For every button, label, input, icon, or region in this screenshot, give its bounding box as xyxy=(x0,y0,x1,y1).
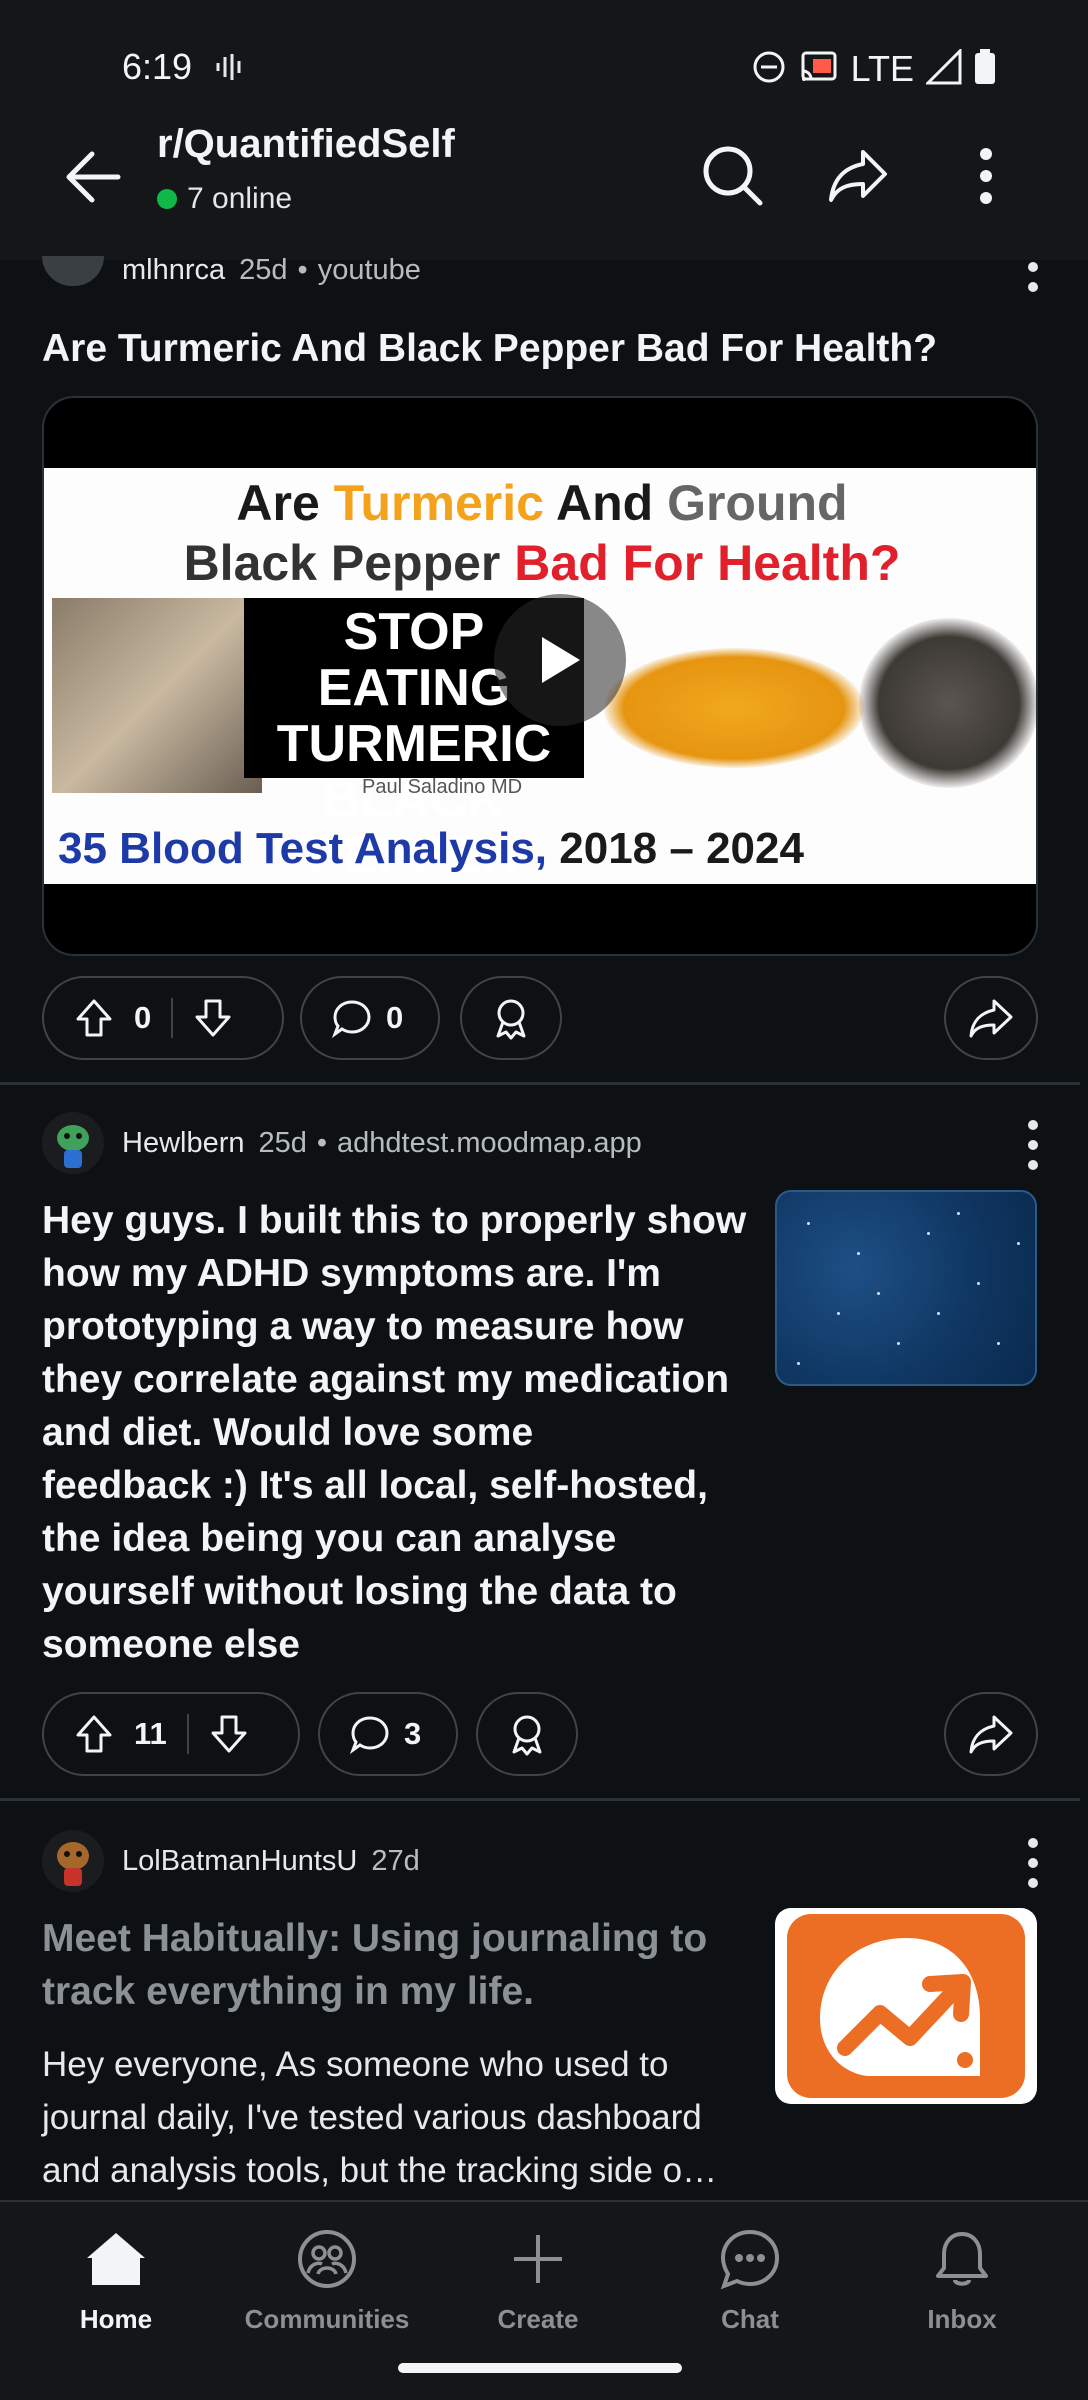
post-age: 25d xyxy=(239,254,288,286)
signal-icon xyxy=(924,46,962,90)
post-age: 27d xyxy=(371,1844,420,1877)
avatar[interactable] xyxy=(42,1112,104,1174)
comments-button[interactable]: 0 xyxy=(300,976,440,1060)
post-menu-button[interactable] xyxy=(1018,1120,1048,1170)
upvote-icon[interactable] xyxy=(74,998,114,1038)
status-time: 6:19 xyxy=(122,46,193,87)
dnd-icon xyxy=(751,49,787,90)
presenter-photo xyxy=(52,598,262,793)
post-meta: mlhnrca 25d • youtube xyxy=(42,254,421,287)
post-meta: Hewlbern 25d • adhdtest.moodmap.app xyxy=(42,1112,642,1174)
chat-icon xyxy=(715,2224,785,2294)
play-icon xyxy=(542,637,580,683)
share-button[interactable] xyxy=(944,976,1038,1060)
nav-chat[interactable]: Chat xyxy=(650,2224,850,2335)
post-menu-button[interactable] xyxy=(1018,262,1048,292)
post-menu-button[interactable] xyxy=(1018,1838,1048,1888)
status-indicators: LTE xyxy=(751,46,996,90)
post-author[interactable]: mlhnrca xyxy=(122,254,225,287)
snoo-avatar-icon xyxy=(57,1125,89,1168)
vibrate-icon xyxy=(215,52,245,87)
comment-count: 0 xyxy=(386,1000,404,1035)
link-thumbnail[interactable] xyxy=(775,1190,1037,1386)
share-subreddit-button[interactable] xyxy=(818,136,898,216)
post-meta: LolBatmanHuntsU 27d xyxy=(42,1830,420,1892)
pepper-image xyxy=(859,618,1036,788)
comment-icon xyxy=(332,1000,371,1038)
avatar[interactable] xyxy=(42,1830,104,1892)
search-button[interactable] xyxy=(693,136,773,216)
cast-icon xyxy=(799,49,839,90)
post-divider xyxy=(0,1798,1080,1801)
vote-control: 0 xyxy=(42,976,284,1060)
post-author[interactable]: LolBatmanHuntsU xyxy=(122,1845,357,1878)
online-dot-icon xyxy=(157,189,177,209)
post-thumbnail[interactable] xyxy=(775,1908,1037,2104)
score: 11 xyxy=(134,1716,167,1751)
share-icon xyxy=(829,150,887,202)
avatar[interactable] xyxy=(42,255,104,286)
comment-icon xyxy=(350,1716,389,1754)
habitually-logo-icon xyxy=(787,1914,1025,2098)
play-button[interactable] xyxy=(494,594,626,726)
nav-create[interactable]: Create xyxy=(438,2224,638,2335)
award-icon xyxy=(496,999,526,1040)
upvote-icon[interactable] xyxy=(74,1714,114,1754)
online-count: 7 online xyxy=(157,182,292,216)
post-title[interactable]: Are Turmeric And Black Pepper Bad For He… xyxy=(42,322,937,375)
overflow-menu-button[interactable] xyxy=(946,136,1026,216)
post-domain[interactable]: youtube xyxy=(318,254,421,287)
battery-icon xyxy=(974,48,996,90)
post-body-preview[interactable]: Hey everyone, As someone who used to jou… xyxy=(42,2038,762,2197)
award-icon xyxy=(512,1715,542,1756)
bell-icon xyxy=(927,2224,997,2294)
network-label: LTE xyxy=(850,48,914,89)
more-vertical-icon xyxy=(980,148,992,204)
back-button[interactable] xyxy=(58,142,128,212)
post-divider xyxy=(0,1082,1080,1085)
share-icon xyxy=(969,1715,1013,1754)
vote-control: 11 xyxy=(42,1692,300,1776)
downvote-icon[interactable] xyxy=(209,1714,249,1754)
gesture-home-indicator[interactable] xyxy=(398,2363,682,2373)
post-title[interactable]: Meet Habitually: Using journaling to tra… xyxy=(42,1912,762,2018)
back-arrow-icon xyxy=(66,151,121,203)
video-player[interactable]: Are Turmeric And Ground Black Pepper Bad… xyxy=(42,396,1038,956)
nav-inbox[interactable]: Inbox xyxy=(862,2224,1062,2335)
comments-button[interactable]: 3 xyxy=(318,1692,458,1776)
subreddit-header: r/QuantifiedSelf 7 online xyxy=(0,110,1088,260)
home-icon xyxy=(81,2224,151,2294)
share-icon xyxy=(969,999,1013,1038)
online-label: 7 online xyxy=(187,182,293,215)
communities-icon xyxy=(292,2224,362,2294)
post-author[interactable]: Hewlbern xyxy=(122,1127,245,1160)
turmeric-image xyxy=(604,648,864,768)
nav-communities[interactable]: Communities xyxy=(227,2224,427,2335)
post-age: 25d xyxy=(258,1126,307,1159)
award-button[interactable] xyxy=(460,976,562,1060)
score: 0 xyxy=(134,1000,152,1035)
plus-icon xyxy=(503,2224,573,2294)
post-domain[interactable]: adhdtest.moodmap.app xyxy=(337,1127,642,1160)
post-title[interactable]: Hey guys. I built this to properly show … xyxy=(42,1194,762,1671)
search-icon xyxy=(703,146,763,206)
downvote-icon[interactable] xyxy=(193,998,233,1038)
nav-home[interactable]: Home xyxy=(16,2224,216,2335)
award-button[interactable] xyxy=(476,1692,578,1776)
snoo-avatar-icon xyxy=(57,1842,89,1886)
share-button[interactable] xyxy=(944,1692,1038,1776)
subreddit-name[interactable]: r/QuantifiedSelf xyxy=(157,122,455,167)
comment-count: 3 xyxy=(404,1716,422,1751)
